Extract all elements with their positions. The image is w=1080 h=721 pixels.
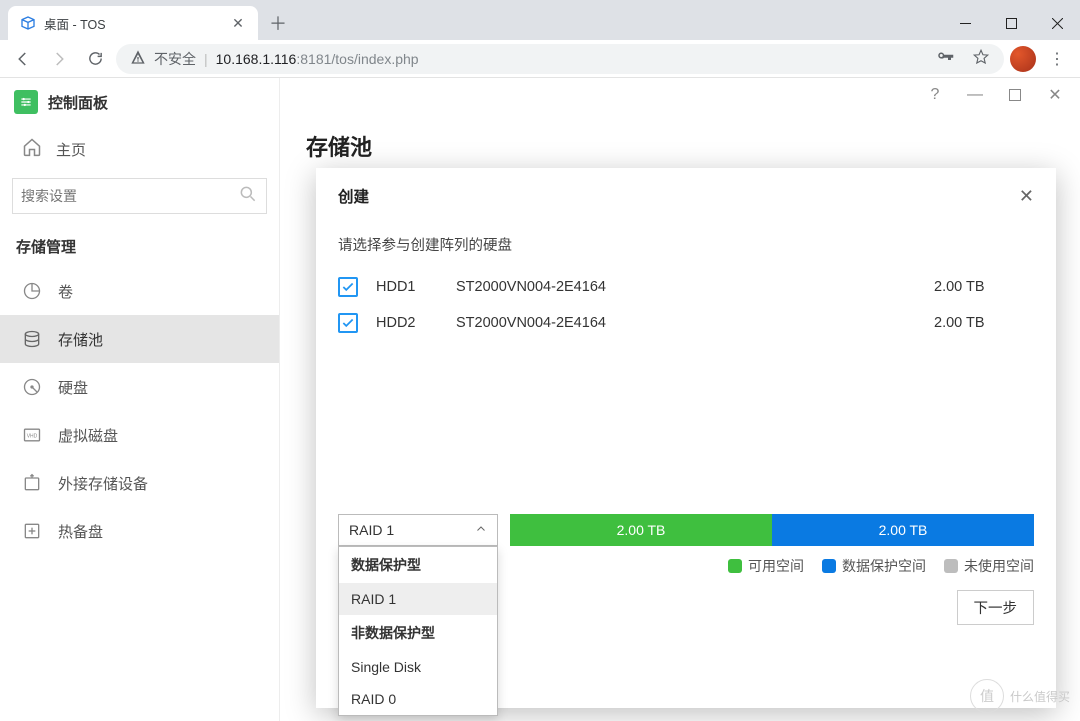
chevron-up-icon <box>475 522 487 538</box>
section-storage-title: 存储管理 <box>0 228 279 267</box>
disk-row[interactable]: HDD1 ST2000VN004-2E4164 2.00 TB <box>338 269 1034 305</box>
page-title: 存储池 <box>306 130 372 162</box>
dropdown-option-raid0[interactable]: RAID 0 <box>339 683 497 715</box>
swatch-blue-icon <box>822 559 836 573</box>
window-controls-inner: ? — ✕ <box>924 84 1066 106</box>
nav-label: 卷 <box>58 281 73 302</box>
inner-maximize-button[interactable] <box>1004 84 1026 106</box>
modal-close-button[interactable]: ✕ <box>1019 186 1034 207</box>
sidebar-item-disk[interactable]: 硬盘 <box>0 363 279 411</box>
home-icon <box>22 137 42 161</box>
inner-close-button[interactable]: ✕ <box>1044 84 1066 106</box>
new-tab-button[interactable]: ＋ <box>264 9 292 37</box>
star-icon[interactable] <box>972 48 990 69</box>
reload-button[interactable] <box>80 44 110 74</box>
create-pool-modal: 创建 ✕ 请选择参与创建阵列的硬盘 HDD1 ST2000VN004-2E416… <box>316 168 1056 708</box>
insecure-icon <box>130 49 146 68</box>
browser-titlebar: 桌面 - TOS ✕ ＋ <box>0 0 1080 40</box>
disk-capacity: 2.00 TB <box>934 279 1034 295</box>
segment-protected: 2.00 TB <box>772 514 1034 546</box>
watermark: 值 什么值得买 <box>970 679 1070 713</box>
space-bar: 2.00 TB 2.00 TB <box>510 514 1034 546</box>
sidebar-item-volume[interactable]: 卷 <box>0 267 279 315</box>
swatch-gray-icon <box>944 559 958 573</box>
legend: 可用空间 数据保护空间 未使用空间 <box>728 556 1034 576</box>
nav-label: 热备盘 <box>58 521 103 542</box>
help-button[interactable]: ? <box>924 84 946 106</box>
raid-dropdown: 数据保护型 RAID 1 非数据保护型 Single Disk RAID 0 <box>338 546 498 716</box>
dropdown-option-raid1[interactable]: RAID 1 <box>339 583 497 615</box>
next-button[interactable]: 下一步 <box>957 590 1035 625</box>
panel-header: 控制面板 <box>0 78 279 126</box>
dropdown-group-noprotect: 非数据保护型 <box>339 615 497 651</box>
swatch-green-icon <box>728 559 742 573</box>
nav-label: 硬盘 <box>58 377 88 398</box>
key-icon[interactable] <box>936 48 954 69</box>
sidebar: 控制面板 主页 存储管理 卷 存储池 硬盘 VHD 虚拟磁盘 外接 <box>0 78 280 721</box>
raid-selected-label: RAID 1 <box>349 522 394 538</box>
forward-button[interactable] <box>44 44 74 74</box>
sidebar-home[interactable]: 主页 <box>0 126 279 172</box>
window-controls <box>942 6 1080 40</box>
tab-title: 桌面 - TOS <box>44 14 230 33</box>
pie-icon <box>22 281 42 301</box>
sidebar-item-virtual-disk[interactable]: VHD 虚拟磁盘 <box>0 411 279 459</box>
legend-protected: 数据保护空间 <box>822 556 926 576</box>
disk-capacity: 2.00 TB <box>934 315 1034 331</box>
modal-header: 创建 ✕ <box>316 168 1056 224</box>
home-label: 主页 <box>56 139 86 160</box>
inner-minimize-button[interactable]: — <box>964 84 986 106</box>
svg-text:VHD: VHD <box>27 434 38 440</box>
sidebar-item-external-storage[interactable]: 外接存储设备 <box>0 459 279 507</box>
control-panel-icon <box>14 90 38 114</box>
sidebar-item-hot-spare[interactable]: 热备盘 <box>0 507 279 555</box>
search-box[interactable] <box>12 178 267 214</box>
raid-bar: RAID 1 2.00 TB 2.00 TB <box>338 514 1034 546</box>
legend-unused: 未使用空间 <box>944 556 1034 576</box>
back-button[interactable] <box>8 44 38 74</box>
checkbox-hdd1[interactable] <box>338 277 358 297</box>
url-text: 10.168.1.116:8181/tos/index.php <box>216 51 419 67</box>
modal-hint: 请选择参与创建阵列的硬盘 <box>338 234 1034 255</box>
window-close-button[interactable] <box>1034 6 1080 40</box>
external-drive-icon <box>22 473 42 493</box>
checkbox-hdd2[interactable] <box>338 313 358 333</box>
search-input[interactable] <box>21 188 238 204</box>
profile-avatar[interactable] <box>1010 46 1036 72</box>
window-maximize-button[interactable] <box>988 6 1034 40</box>
disk-name: HDD1 <box>376 279 456 295</box>
panel-title: 控制面板 <box>48 92 108 113</box>
window-minimize-button[interactable] <box>942 6 988 40</box>
nav-label: 外接存储设备 <box>58 473 148 494</box>
tab-favicon-icon <box>20 15 36 31</box>
browser-tab[interactable]: 桌面 - TOS ✕ <box>8 6 258 40</box>
modal-title: 创建 <box>338 185 369 207</box>
raid-type-select[interactable]: RAID 1 <box>338 514 498 546</box>
watermark-icon: 值 <box>970 679 1004 713</box>
disk-name: HDD2 <box>376 315 456 331</box>
address-bar[interactable]: 不安全 | 10.168.1.116:8181/tos/index.php <box>116 44 1004 74</box>
browser-menu-button[interactable]: ⋮ <box>1042 49 1072 69</box>
vhd-icon: VHD <box>22 425 42 445</box>
disk-model: ST2000VN004-2E4164 <box>456 279 934 295</box>
search-icon[interactable] <box>238 184 258 209</box>
sidebar-item-storage-pool[interactable]: 存储池 <box>0 315 279 363</box>
stack-icon <box>22 329 42 349</box>
disk-row[interactable]: HDD2 ST2000VN004-2E4164 2.00 TB <box>338 305 1034 341</box>
modal-body: 请选择参与创建阵列的硬盘 HDD1 ST2000VN004-2E4164 2.0… <box>316 224 1056 351</box>
dropdown-group-protect: 数据保护型 <box>339 547 497 583</box>
disk-model: ST2000VN004-2E4164 <box>456 315 934 331</box>
insecure-label: 不安全 <box>154 49 196 69</box>
nav-label: 存储池 <box>58 329 103 350</box>
browser-toolbar: 不安全 | 10.168.1.116:8181/tos/index.php ⋮ <box>0 40 1080 78</box>
hdd-icon <box>22 377 42 397</box>
tab-close-button[interactable]: ✕ <box>230 15 246 31</box>
hot-spare-icon <box>22 521 42 541</box>
dropdown-option-single[interactable]: Single Disk <box>339 651 497 683</box>
nav-label: 虚拟磁盘 <box>58 425 118 446</box>
segment-available: 2.00 TB <box>510 514 772 546</box>
legend-available: 可用空间 <box>728 556 804 576</box>
